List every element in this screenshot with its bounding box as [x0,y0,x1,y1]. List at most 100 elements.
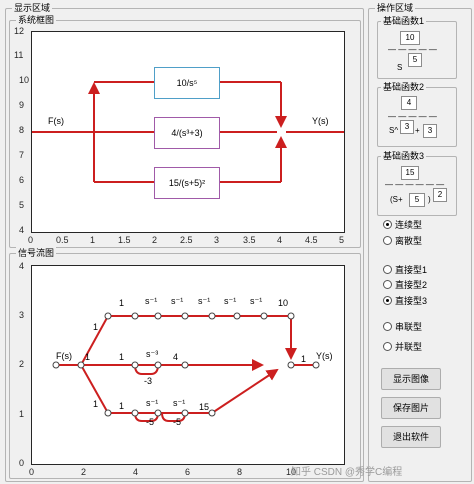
sf-bot-feedback: -5 [173,417,182,427]
sf-top-gain: s⁻¹ [171,296,184,306]
block-1: 10/s⁵ [154,67,220,99]
sf-mid-feedback: -3 [144,376,153,386]
signal-flow-title: 信号流图 [16,247,57,259]
radio-label: 连续型 [395,220,423,230]
sf-top-gain: 10 [278,298,289,308]
display-panel-title: 显示区域 [12,2,53,14]
signal-flow-axes: F(s) Y(s) 1 1 1 s⁻¹ s⁻¹ s⁻¹ s⁻¹ s⁻¹ 10 1… [31,265,345,465]
sf-output-gain: 1 [301,354,307,364]
sf-bot-feedback: -5 [146,417,155,427]
radio-direct-2[interactable]: 直接型2 [383,279,427,291]
y-tick: 4 [19,261,25,271]
sf-bot-gain: s⁻¹ [173,398,186,408]
x-tick: 0.5 [56,235,69,245]
radio-direct-3[interactable]: 直接型3 [383,295,427,307]
radio-label: 直接型2 [395,280,428,290]
tf2-denom-label: S^ [389,126,399,135]
show-image-button[interactable]: 显示图像 [381,368,441,390]
tf1-exponent-input[interactable]: 5 [408,53,422,67]
block-output-label: Y(s) [312,116,329,126]
block-diagram-title: 系统框图 [16,14,57,26]
radio-dot-icon [383,236,392,245]
y-tick: 7 [19,150,25,160]
x-tick: 1.5 [118,235,131,245]
radio-discrete[interactable]: 离散型 [383,235,422,247]
tf3-close: ) [428,195,431,204]
sf-top-gain: s⁻¹ [198,296,211,306]
tf3-numerator-input[interactable]: 15 [401,166,419,180]
sf-mid-gain: 1 [119,352,125,362]
y-tick: 6 [19,175,25,185]
y-tick: 9 [19,100,25,110]
x-tick: 1 [90,235,96,245]
exit-button[interactable]: 退出软件 [381,426,441,448]
tf3-title: 基础函数3 [381,150,427,162]
tf2-exponent-input[interactable]: 3 [400,120,414,134]
y-tick: 12 [14,26,25,36]
tf2-numerator-input[interactable]: 4 [401,96,417,110]
x-tick: 4 [277,235,283,245]
save-image-button[interactable]: 保存图片 [381,397,441,419]
sf-top-gain: 1 [93,322,99,332]
sf-bot-gain: s⁻¹ [146,398,159,408]
tf3-constant-input[interactable]: 5 [409,193,425,207]
sf-top-gain: 1 [119,298,125,308]
block-3: 15/(s+5)² [154,167,220,199]
radio-dot-icon [383,280,392,289]
control-panel-title: 操作区域 [375,2,416,14]
tf2-constant-input[interactable]: 3 [423,124,437,138]
x-tick: 4.5 [305,235,318,245]
sf-top-gain: s⁻¹ [145,296,158,306]
sf-top-gain: s⁻¹ [224,296,237,306]
y-tick: 8 [19,125,25,135]
signal-flow-svg [52,312,320,422]
y-tick: 4 [19,225,25,235]
sf-mid-gain: 4 [173,352,179,362]
x-tick: 0 [29,467,35,477]
x-tick: 3.5 [243,235,256,245]
sf-bot-gain: 15 [199,402,210,412]
y-tick: 5 [19,200,25,210]
radio-dot-icon [383,265,392,274]
sf-input-label: F(s) [56,351,72,361]
watermark: 知乎 CSDN @秀学C编程 [291,467,403,478]
radio-label: 串联型 [395,322,423,332]
radio-label: 并联型 [395,342,423,352]
tf3-exponent-input[interactable]: 2 [433,188,447,202]
sf-mid-gain: s⁻³ [146,349,159,359]
y-tick: 2 [19,359,25,369]
block-input-label: F(s) [48,116,64,126]
y-tick: 1 [19,409,25,419]
tf2-title: 基础函数2 [381,81,427,93]
tf1-numerator-input[interactable]: 10 [400,31,420,45]
y-tick: 10 [19,75,30,85]
tf1-denom-label: S [397,63,403,72]
tf2-plus: + [415,126,420,135]
block-2: 4/(s³+3) [154,117,220,149]
block-diagram-axes: 10/s⁵ 4/(s³+3) 15/(s+5)² F(s) Y(s) [31,31,345,233]
radio-dot-icon [383,220,392,229]
radio-dot-icon [383,296,392,305]
radio-continuous[interactable]: 连续型 [383,219,422,231]
x-tick: 2 [152,235,158,245]
radio-parallel[interactable]: 并联型 [383,341,422,353]
sf-bot-gain: 1 [93,399,99,409]
x-tick: 5 [339,235,345,245]
radio-label: 离散型 [395,236,423,246]
y-tick: 11 [14,50,24,60]
radio-label: 直接型3 [395,296,428,306]
y-tick: 3 [19,310,25,320]
radio-direct-1[interactable]: 直接型1 [383,264,427,276]
radio-dot-icon [383,322,392,331]
sf-mid-gain: 1 [85,352,91,362]
y-tick: 0 [19,458,25,468]
sf-output-label: Y(s) [316,351,333,361]
tf1-title: 基础函数1 [381,15,427,27]
x-tick: 6 [185,467,191,477]
x-tick: 3 [214,235,220,245]
sf-bot-gain: 1 [119,401,125,411]
x-tick: 8 [237,467,243,477]
sf-top-gain: s⁻¹ [250,296,263,306]
x-tick: 2.5 [180,235,193,245]
radio-series[interactable]: 串联型 [383,321,422,333]
